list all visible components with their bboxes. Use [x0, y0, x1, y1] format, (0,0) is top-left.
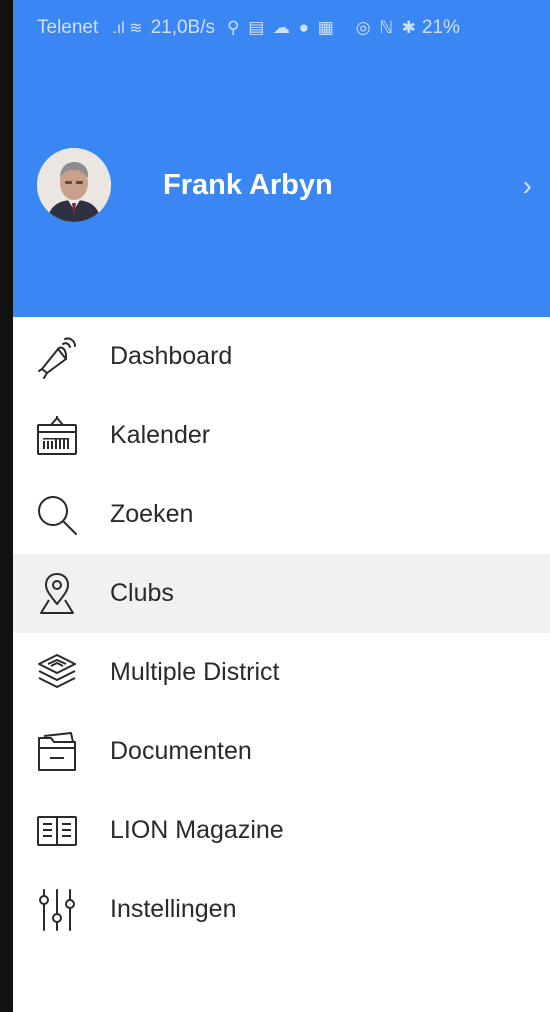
- system-icons: ◎ ℕ ✱: [355, 18, 418, 37]
- menu-item-kalender[interactable]: Kalender: [13, 396, 550, 475]
- navigation-drawer: Telenet .ıl ≋ 21,0B/s ⚲ ▤ ☁ ● ▦ ◎ ℕ ✱ 21…: [0, 0, 550, 1012]
- notification-icons: ⚲ ▤ ☁ ● ▦: [227, 18, 336, 37]
- menu-list: Dashboard Kalender Zoeken Clubs Multiple…: [13, 317, 550, 949]
- menu-item-instellingen[interactable]: Instellingen: [13, 870, 550, 949]
- menu-item-clubs[interactable]: Clubs: [13, 554, 550, 633]
- menu-label-kalender: Kalender: [110, 421, 211, 449]
- menu-label-dashboard: Dashboard: [110, 342, 233, 370]
- menu-label-instellingen: Instellingen: [110, 895, 237, 923]
- menu-item-zoeken[interactable]: Zoeken: [13, 475, 550, 554]
- profile-name: Frank Arbyn: [163, 168, 333, 201]
- menu-item-multiple-district[interactable]: Multiple District: [13, 633, 550, 712]
- book-icon: [37, 816, 77, 846]
- search-icon: [38, 496, 77, 535]
- menu-label-clubs: Clubs: [110, 579, 174, 607]
- signal-icon: .ıl ≋: [112, 20, 143, 37]
- menu-item-documenten[interactable]: Documenten: [13, 712, 550, 791]
- menu-item-lion-magazine[interactable]: LION Magazine: [13, 791, 550, 870]
- carrier-label: Telenet: [37, 17, 99, 38]
- menu-label-documenten: Documenten: [110, 737, 252, 765]
- sliders-icon: [39, 889, 75, 931]
- profile-row[interactable]: Frank Arbyn ›: [13, 140, 550, 230]
- chevron-right-icon[interactable]: ›: [523, 170, 532, 202]
- battery-level: 21%: [421, 17, 460, 38]
- avatar-photo-icon: [37, 148, 111, 222]
- calendar-icon: [37, 416, 77, 455]
- menu-label-lion-magazine: LION Magazine: [110, 816, 284, 844]
- menu-label-multiple-district: Multiple District: [110, 658, 280, 686]
- location-pin-icon: [40, 573, 74, 614]
- menu-label-zoeken: Zoeken: [110, 500, 194, 528]
- network-rate: 21,0B/s: [150, 17, 216, 38]
- menu-item-dashboard[interactable]: Dashboard: [13, 317, 550, 396]
- screen-edge: [0, 0, 13, 1012]
- status-bar: Telenet .ıl ≋ 21,0B/s ⚲ ▤ ☁ ● ▦ ◎ ℕ ✱ 21…: [13, 0, 550, 56]
- avatar: [37, 148, 111, 222]
- layers-icon: [38, 654, 76, 688]
- megaphone-icon: [38, 337, 76, 379]
- folder-icon: [38, 732, 76, 771]
